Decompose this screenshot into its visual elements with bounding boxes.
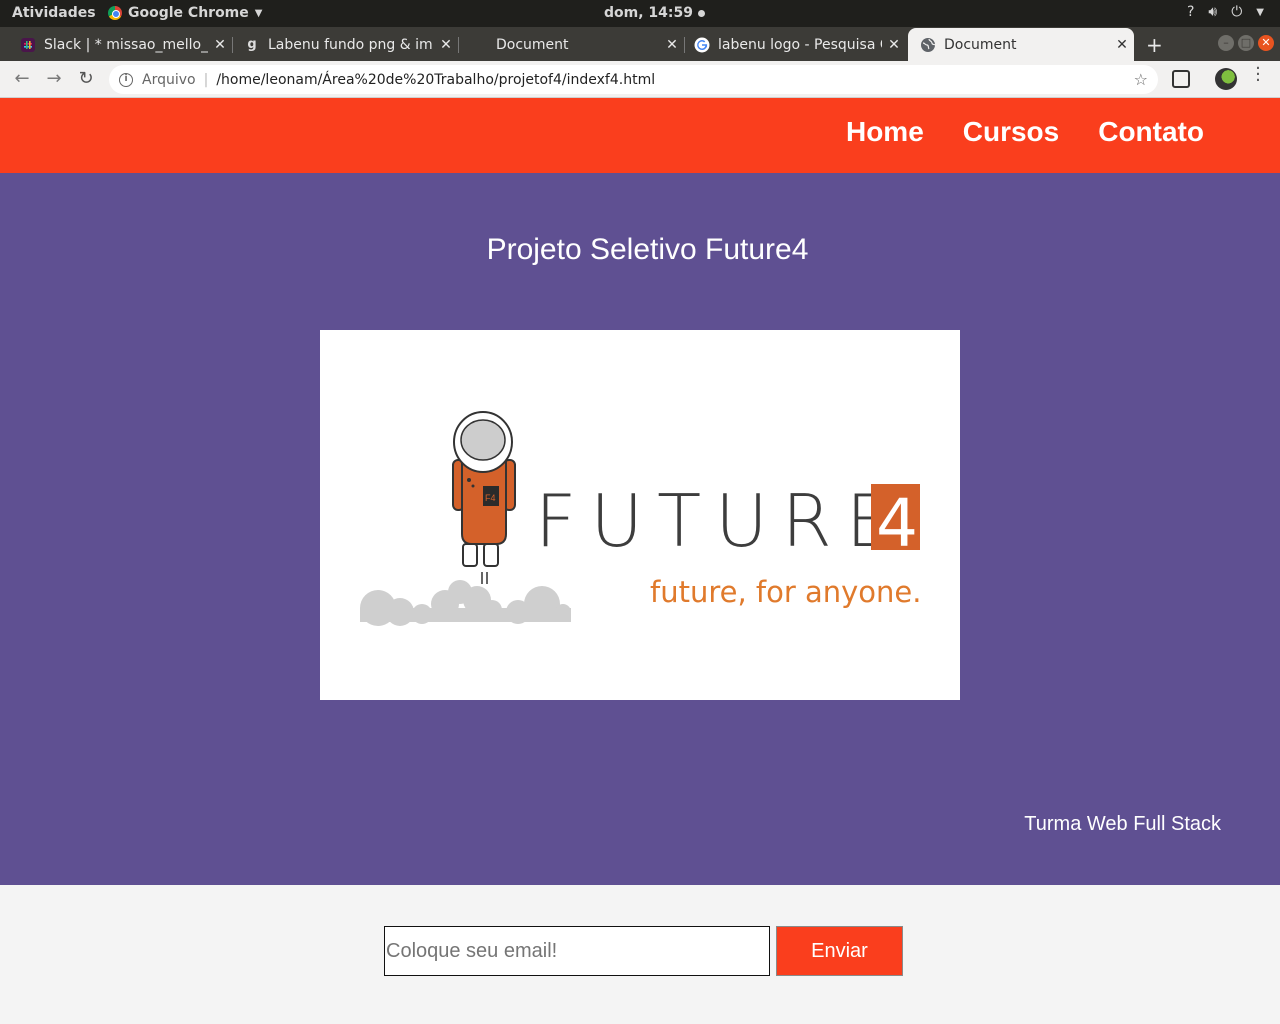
google-icon	[694, 37, 710, 53]
close-tab-icon[interactable]: ✕	[660, 37, 684, 53]
chrome-icon	[108, 6, 122, 20]
tab-slack[interactable]: Slack | * missao_mello_c ✕	[0, 28, 233, 61]
newsletter-form: Enviar	[384, 926, 903, 976]
web-page: Home Cursos Contato Projeto Seletivo Fut…	[0, 98, 1280, 1024]
forward-icon[interactable]: →	[44, 69, 64, 89]
close-tab-icon[interactable]: ✕	[1110, 37, 1134, 53]
nav-cursos-link[interactable]: Cursos	[963, 116, 1059, 148]
f4-badge: F4	[485, 493, 496, 503]
tab-title: labenu logo - Pesquisa G	[718, 36, 882, 53]
browser-toolbar: ← → ↻ i Arquivo | /home/leonam/Área%20de…	[0, 61, 1280, 98]
tab-title: Labenu fundo png & im	[268, 36, 433, 53]
nav-contato-link[interactable]: Contato	[1098, 116, 1204, 148]
tab-title: Slack | * missao_mello_c	[44, 36, 208, 53]
globe-icon	[920, 37, 936, 53]
logo-tagline: future, for anyone.	[650, 575, 922, 609]
window-controls: – □ ✕	[1218, 35, 1274, 51]
email-input[interactable]	[384, 926, 770, 976]
tab-document-1[interactable]: Document ✕	[458, 28, 685, 61]
close-tab-icon[interactable]: ✕	[434, 37, 458, 53]
blank-page-icon	[472, 37, 488, 53]
future4-logo-graphic: F4 FUTURE 4 future, for anyone.	[360, 411, 922, 626]
page-title: Projeto Seletivo Future4	[486, 233, 809, 266]
network-icon: ?	[1186, 4, 1195, 20]
site-nav: Home Cursos Contato	[846, 116, 1204, 148]
chrome-menu-icon[interactable]: · · ·	[1253, 60, 1263, 90]
astronaut-icon: F4	[452, 411, 516, 584]
bookmark-star-icon[interactable]: ☆	[1134, 70, 1148, 89]
logo-wordmark: FUTURE	[535, 479, 905, 563]
tab-title: Document	[496, 36, 569, 53]
minimize-icon[interactable]: –	[1218, 35, 1234, 51]
nav-home-link[interactable]: Home	[846, 116, 924, 148]
url-text[interactable]: /home/leonam/Área%20de%20Trabalho/projet…	[216, 72, 1133, 88]
logo-digit: 4	[876, 485, 918, 562]
site-header: Home Cursos Contato	[0, 98, 1280, 173]
tab-labenu-png[interactable]: g Labenu fundo png & im ✕	[232, 28, 459, 61]
app-menu[interactable]: Google Chrome ▼	[108, 5, 262, 21]
notification-dot-icon	[697, 9, 705, 17]
turma-label: Turma Web Full Stack	[1024, 813, 1221, 835]
tab-title: Document	[944, 36, 1017, 53]
volume-icon: 🔊︎	[1208, 4, 1218, 20]
profile-avatar[interactable]	[1215, 68, 1237, 90]
hero-section: Projeto Seletivo Future4 F4 FUTURE 4 fut…	[0, 173, 1280, 885]
scheme-label: Arquivo	[142, 71, 196, 88]
caret-down-icon: ▼	[254, 7, 263, 19]
activities-button[interactable]: Atividades	[12, 5, 96, 21]
clock[interactable]: dom, 14:59	[604, 5, 705, 21]
close-tab-icon[interactable]: ✕	[882, 37, 906, 53]
close-tab-icon[interactable]: ✕	[208, 37, 232, 53]
address-bar[interactable]: i Arquivo | /home/leonam/Área%20de%20Tra…	[109, 65, 1158, 94]
send-button[interactable]: Enviar	[776, 926, 903, 976]
new-tab-button[interactable]: +	[1146, 33, 1163, 57]
maximize-icon[interactable]: □	[1238, 35, 1254, 51]
system-tray[interactable]: ? 🔊︎ ⏻ ▼	[1187, 4, 1264, 20]
reload-icon[interactable]: ↻	[76, 69, 96, 89]
power-icon: ⏻	[1231, 4, 1243, 20]
extension-icon[interactable]	[1172, 70, 1190, 88]
clock-text: dom, 14:59	[604, 5, 693, 21]
close-window-icon[interactable]: ✕	[1258, 35, 1274, 51]
future4-logo: F4 FUTURE 4 future, for anyone.	[320, 330, 960, 700]
tab-google-search[interactable]: labenu logo - Pesquisa G ✕	[684, 28, 906, 61]
app-name: Google Chrome	[128, 5, 249, 21]
slack-icon	[20, 37, 36, 53]
info-icon[interactable]: i	[119, 72, 133, 87]
back-icon[interactable]: ←	[12, 69, 32, 89]
clouds-icon	[360, 580, 571, 626]
omnibox-divider: |	[203, 71, 209, 88]
tab-strip: Slack | * missao_mello_c ✕ g Labenu fund…	[0, 27, 1280, 61]
tab-document-active[interactable]: Document ✕	[908, 28, 1134, 61]
g-letter-icon: g	[247, 37, 257, 52]
os-top-bar: Atividades Google Chrome ▼ dom, 14:59 ? …	[0, 0, 1280, 27]
caret-down-icon: ▼	[1256, 6, 1264, 18]
